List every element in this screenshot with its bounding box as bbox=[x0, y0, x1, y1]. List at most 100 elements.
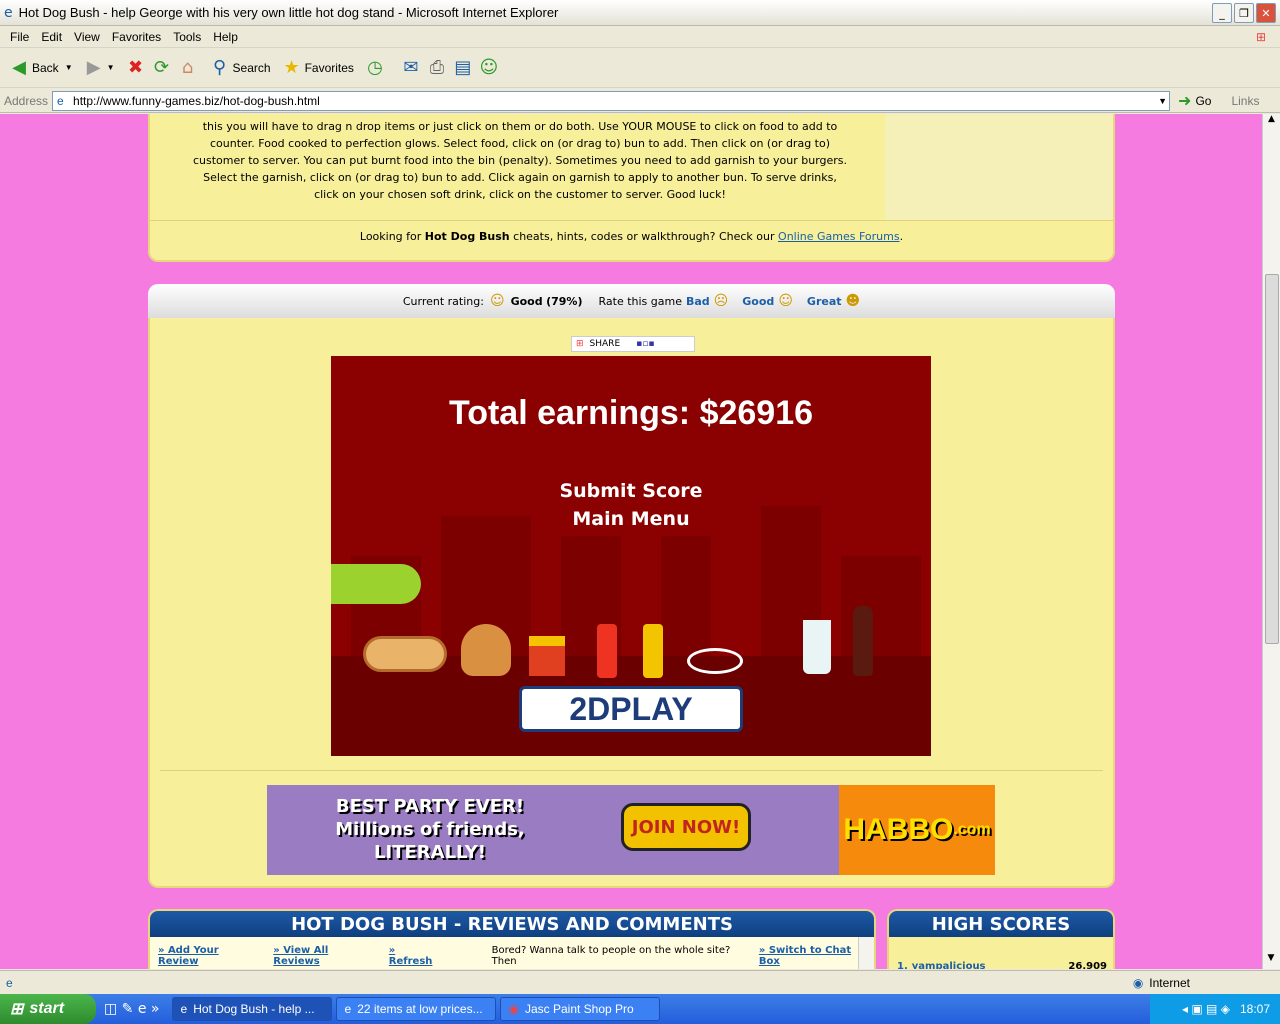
main-menu-button[interactable]: Main Menu bbox=[531, 508, 731, 530]
quicklaunch-icons[interactable]: ◫ ✎ e » bbox=[104, 1001, 160, 1017]
fries-icon[interactable] bbox=[529, 636, 565, 676]
2dplay-logo: 2DPLAY bbox=[519, 686, 743, 732]
rate-great-link[interactable]: Great bbox=[807, 295, 842, 308]
page-icon: e bbox=[57, 93, 64, 108]
cheats-line: Looking for Hot Dog Bush cheats, hints, … bbox=[359, 230, 904, 243]
mail-icon[interactable]: ✉ bbox=[398, 55, 424, 81]
clock: 18:07 bbox=[1239, 1002, 1270, 1016]
window-title: Hot Dog Bush - help George with his very… bbox=[18, 5, 559, 20]
forward-button[interactable]: ▶ ▼ bbox=[81, 55, 115, 81]
menu-file[interactable]: File bbox=[4, 30, 35, 44]
taskbar-item-items[interactable]: e 22 items at low prices... bbox=[335, 997, 496, 1021]
share-plus-icon: ⊞ bbox=[576, 339, 584, 349]
ie-icon: e bbox=[180, 1002, 188, 1016]
smiley-icon: ☺ bbox=[489, 293, 505, 309]
taskbar-item-paintshop[interactable]: ◉ Jasc Paint Shop Pro bbox=[499, 997, 660, 1021]
address-bar: Address e http://www.funny-games.biz/hot… bbox=[0, 89, 1280, 113]
dropdown-arrow-icon[interactable]: ▼ bbox=[107, 63, 115, 72]
star-icon: ★ bbox=[283, 57, 300, 77]
minimize-button[interactable]: _ bbox=[1212, 3, 1232, 23]
globe-icon: ◉ bbox=[1132, 975, 1144, 990]
window-titlebar: e Hot Dog Bush - help George with his ve… bbox=[0, 0, 1280, 26]
search-button[interactable]: ⚲ Search bbox=[207, 55, 271, 81]
cola-bottle-icon[interactable] bbox=[853, 606, 873, 676]
habbo-banner-ad[interactable]: BEST PARTY EVER! Millions of friends, LI… bbox=[267, 785, 995, 875]
happy-face-icon[interactable]: ☻ bbox=[846, 293, 861, 309]
cool-face-icon[interactable]: ☺ bbox=[778, 293, 793, 309]
ie-icon: e bbox=[4, 4, 13, 21]
menu-help[interactable]: Help bbox=[207, 30, 244, 44]
scroll-up-icon[interactable]: ▲ bbox=[1263, 114, 1280, 130]
restore-button[interactable]: ❐ bbox=[1234, 3, 1254, 23]
address-label: Address bbox=[4, 93, 49, 108]
share-button[interactable]: ⊞ SHARE ▪▫▪ bbox=[571, 336, 695, 352]
add-review-link[interactable]: » Add Your Review bbox=[158, 945, 261, 967]
refresh-icon[interactable]: ⟳ bbox=[149, 55, 175, 81]
page-scrollbar[interactable]: ▲ ▼ bbox=[1262, 114, 1280, 969]
onion-rings-icon[interactable] bbox=[687, 648, 743, 674]
menu-view[interactable]: View bbox=[68, 30, 106, 44]
sad-face-icon[interactable]: ☹ bbox=[714, 293, 729, 309]
toolbar: ◀ Back ▼ ▶ ▼ ✖ ⟳ ⌂ ⚲ Search ★ Favorites … bbox=[0, 48, 1280, 88]
address-input[interactable]: e http://www.funny-games.biz/hot-dog-bus… bbox=[52, 90, 1171, 111]
total-earnings: Total earnings: $26916 bbox=[448, 394, 814, 432]
mustard-bottle-icon[interactable] bbox=[643, 624, 663, 678]
social-icons: ▪▫▪ bbox=[636, 339, 655, 349]
highscore-row: 1. yampalicious 26,909 bbox=[897, 961, 1107, 969]
submit-score-button[interactable]: Submit Score bbox=[531, 480, 731, 502]
tray-icons[interactable]: ◂ ▣ ▤ ◈ bbox=[1182, 1002, 1230, 1016]
back-button[interactable]: ◀ Back ▼ bbox=[6, 55, 73, 81]
go-arrow-icon: ➜ bbox=[1178, 92, 1192, 110]
scroll-thumb[interactable] bbox=[1265, 274, 1279, 644]
rate-good-link[interactable]: Good bbox=[742, 295, 774, 308]
menu-favorites[interactable]: Favorites bbox=[106, 30, 167, 44]
print-icon[interactable]: ⎙ bbox=[424, 55, 450, 81]
edit-icon[interactable]: ▤ bbox=[450, 55, 476, 81]
status-bar: e ◉ Internet bbox=[0, 970, 1280, 994]
start-button[interactable]: ⊞ start bbox=[0, 994, 96, 1024]
rate-bad-link[interactable]: Bad bbox=[686, 295, 710, 308]
chat-box-link[interactable]: » Switch to Chat Box bbox=[759, 945, 874, 967]
links-label[interactable]: Links bbox=[1231, 94, 1259, 108]
page-status-icon: e bbox=[6, 975, 13, 990]
close-button[interactable]: ✕ bbox=[1256, 3, 1276, 23]
favorites-button[interactable]: ★ Favorites bbox=[279, 55, 353, 81]
hotdog-icon[interactable] bbox=[363, 636, 447, 672]
rating-bar: Current rating: ☺ Good (79%) Rate this g… bbox=[148, 284, 1115, 318]
taskbar-item-hotdog[interactable]: e Hot Dog Bush - help ... bbox=[171, 997, 332, 1021]
page-viewport: this you will have to drag n drop items … bbox=[0, 114, 1262, 969]
banner-text: BEST PARTY EVER! Millions of friends, LI… bbox=[335, 796, 525, 863]
game-canvas[interactable]: Total earnings: $26916 Submit Score Main… bbox=[331, 356, 931, 756]
ketchup-icon[interactable] bbox=[597, 624, 617, 678]
refresh-reviews-link[interactable]: » Refresh bbox=[389, 945, 442, 967]
go-button[interactable]: ➜ Go bbox=[1178, 91, 1211, 111]
highscores-header: HIGH SCORES bbox=[887, 909, 1115, 937]
menu-edit[interactable]: Edit bbox=[35, 30, 68, 44]
paintshop-icon: ◉ bbox=[508, 1002, 519, 1016]
menu-tools[interactable]: Tools bbox=[167, 30, 207, 44]
lemonade-icon[interactable] bbox=[803, 620, 831, 674]
reviews-scrollbar[interactable] bbox=[858, 937, 874, 969]
view-reviews-link[interactable]: » View All Reviews bbox=[273, 945, 377, 967]
history-icon[interactable]: ◷ bbox=[362, 55, 388, 81]
windows-logo-icon: ⊞ bbox=[1255, 29, 1266, 44]
dropdown-arrow-icon[interactable]: ▼ bbox=[65, 63, 73, 72]
highscores-panel: 1. yampalicious 26,909 bbox=[887, 937, 1115, 969]
instructions-panel: this you will have to drag n drop items … bbox=[148, 114, 1115, 262]
join-now-button[interactable]: JOIN NOW! bbox=[621, 803, 751, 851]
home-icon[interactable]: ⌂ bbox=[175, 55, 201, 81]
burger-icon[interactable] bbox=[461, 624, 511, 676]
system-tray: ◂ ▣ ▤ ◈ 18:07 bbox=[1150, 994, 1280, 1024]
instructions-text: this you will have to drag n drop items … bbox=[192, 120, 848, 201]
stop-icon[interactable]: ✖ bbox=[123, 55, 149, 81]
messenger-icon[interactable]: ☺ bbox=[476, 55, 502, 81]
address-dropdown-icon[interactable]: ▼ bbox=[1158, 96, 1167, 106]
internet-zone: ◉ Internet bbox=[1132, 975, 1190, 990]
back-arrow-icon: ◀ bbox=[12, 57, 26, 77]
ie-icon: e bbox=[344, 1002, 352, 1016]
scroll-down-icon[interactable]: ▼ bbox=[1263, 953, 1279, 969]
search-icon: ⚲ bbox=[212, 57, 227, 77]
windows-flag-icon: ⊞ bbox=[10, 1001, 24, 1018]
forums-link[interactable]: Online Games Forums bbox=[778, 230, 900, 243]
reviews-header: HOT DOG BUSH - REVIEWS AND COMMENTS bbox=[148, 909, 876, 937]
